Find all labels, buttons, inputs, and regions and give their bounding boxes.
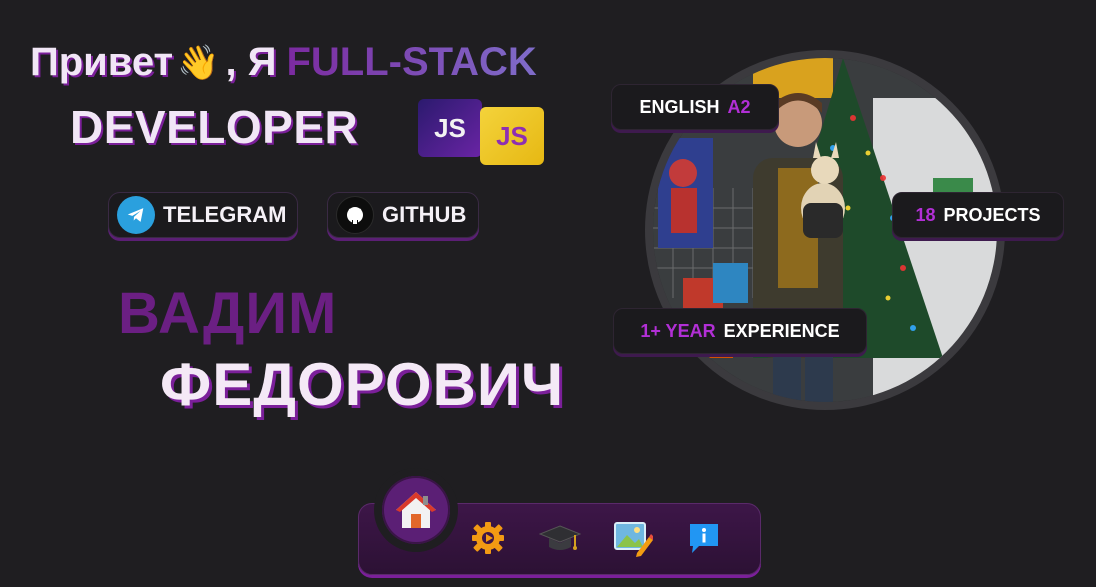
english-label: ENGLISH — [639, 96, 720, 117]
telegram-icon — [117, 196, 155, 234]
projects-chip: 18 PROJECTS — [892, 192, 1064, 238]
telegram-label: TELEGRAM — [163, 202, 287, 227]
nav-home-button[interactable] — [374, 468, 458, 552]
english-level-chip: ENGLISH A2 — [611, 84, 779, 130]
greeting-separator: , Я — [225, 40, 277, 84]
js-badge-yellow: JS — [480, 107, 544, 165]
home-icon — [382, 476, 450, 544]
github-label: GITHUB — [382, 202, 467, 227]
waving-hand-icon: 👋 — [177, 43, 220, 82]
js-badge-dark: JS — [418, 99, 482, 157]
experience-chip: 1+ YEAR EXPERIENCE — [613, 308, 867, 354]
role-highlight: FULL-STACK — [286, 40, 537, 84]
greeting-text: Привет — [30, 40, 174, 84]
graduation-cap-icon — [539, 525, 581, 550]
role-title: DEVELOPER — [70, 101, 359, 153]
experience-value: 1+ YEAR — [640, 320, 716, 341]
projects-label: PROJECTS — [943, 204, 1041, 225]
info-icon — [690, 524, 718, 553]
nav-education-button[interactable] — [537, 515, 583, 561]
last-name: ФЕДОРОВИЧ — [160, 351, 565, 418]
headline-greeting: Привет 👋 , Я FULL-STACK — [30, 40, 537, 85]
nav-gallery-button[interactable] — [610, 515, 656, 561]
picture-edit-icon — [614, 522, 653, 557]
telegram-button[interactable]: TELEGRAM — [108, 192, 298, 238]
projects-count: 18 — [915, 204, 936, 225]
nav-gear-button[interactable] — [465, 515, 511, 561]
github-button[interactable]: GITHUB — [327, 192, 479, 238]
english-level-value: A2 — [727, 96, 751, 117]
github-icon — [336, 196, 374, 234]
nav-info-button[interactable] — [681, 515, 727, 561]
first-name: ВАДИМ — [118, 281, 338, 346]
experience-label: EXPERIENCE — [723, 320, 840, 341]
gear-icon — [472, 522, 504, 554]
